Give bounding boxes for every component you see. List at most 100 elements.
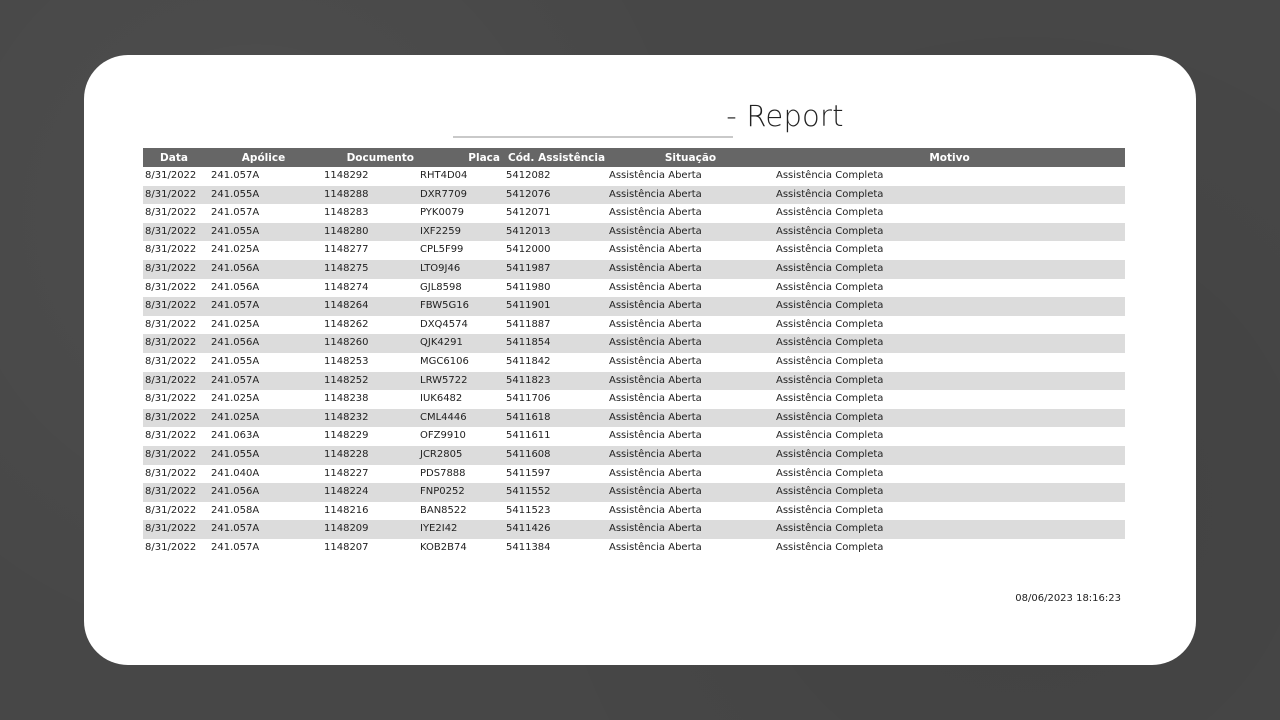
cell-apolice: 241.055A [205,352,322,372]
table-row[interactable]: 8/31/2022 241.055A 1148253 MGC6106 5411842 As… [143,352,1125,372]
cell-apolice: 241.055A [205,185,322,205]
cell-situacao: Assistência Aberta [607,501,774,521]
column-header-documento[interactable]: Documento [322,148,418,167]
cell-apolice: 241.057A [205,371,322,391]
column-header-cod-assistencia[interactable]: Cód. Assistência [504,148,607,167]
cell-placa: JCR2805 [418,445,504,465]
report-timestamp: 08/06/2023 18:16:23 [1015,593,1121,604]
cell-motivo: Assistência Completa [774,538,1125,558]
report-title: - Report [726,99,844,133]
cell-cod-assistencia: 5411842 [504,352,607,372]
cell-situacao: Assistência Aberta [607,222,774,242]
cell-situacao: Assistência Aberta [607,390,774,409]
table-row[interactable]: 8/31/2022 241.056A 1148260 QJK4291 5411854 As… [143,334,1125,353]
cell-motivo: Assistência Completa [774,259,1125,279]
table-row[interactable]: 8/31/2022 241.055A 1148280 IXF2259 5412013 As… [143,222,1125,242]
cell-data: 8/31/2022 [143,371,205,391]
table-row[interactable]: 8/31/2022 241.040A 1148227 PDS7888 5411597 As… [143,464,1125,484]
report-card: - Report Data Apólice Documento Placa Có… [84,55,1196,665]
cell-placa: LRW5722 [418,371,504,391]
cell-cod-assistencia: 5412000 [504,241,607,260]
column-header-apolice[interactable]: Apólice [205,148,322,167]
cell-documento: 1148277 [322,241,418,260]
cell-placa: PDS7888 [418,464,504,484]
table-row[interactable]: 8/31/2022 241.025A 1148238 IUK6482 5411706 As… [143,390,1125,409]
header-row: Data Apólice Documento Placa Cód. Assist… [143,148,1125,167]
cell-data: 8/31/2022 [143,538,205,558]
cell-data: 8/31/2022 [143,408,205,428]
cell-apolice: 241.063A [205,427,322,446]
cell-motivo: Assistência Completa [774,334,1125,353]
table-row[interactable]: 8/31/2022 241.056A 1148275 LTO9J46 5411987 As… [143,259,1125,279]
table-row[interactable]: 8/31/2022 241.057A 1148209 IYE2I42 5411426 As… [143,520,1125,539]
cell-apolice: 241.056A [205,259,322,279]
cell-situacao: Assistência Aberta [607,278,774,298]
cell-apolice: 241.057A [205,538,322,558]
cell-placa: LTO9J46 [418,259,504,279]
table-row[interactable]: 8/31/2022 241.057A 1148264 FBW5G16 5411901 As… [143,297,1125,316]
cell-cod-assistencia: 5411384 [504,538,607,558]
cell-cod-assistencia: 5412013 [504,222,607,242]
table-row[interactable]: 8/31/2022 241.025A 1148277 CPL5F99 5412000 As… [143,241,1125,260]
cell-situacao: Assistência Aberta [607,259,774,279]
cell-documento: 1148216 [322,501,418,521]
table-row[interactable]: 8/31/2022 241.057A 1148292 RHT4D04 5412082 As… [143,167,1125,186]
cell-placa: FBW5G16 [418,297,504,316]
cell-cod-assistencia: 5411608 [504,445,607,465]
table-header: Data Apólice Documento Placa Cód. Assist… [143,148,1125,167]
cell-data: 8/31/2022 [143,427,205,446]
cell-placa: KOB2B74 [418,538,504,558]
cell-cod-assistencia: 5412082 [504,167,607,186]
cell-placa: BAN8522 [418,501,504,521]
table-row[interactable]: 8/31/2022 241.057A 1148207 KOB2B74 5411384 As… [143,538,1125,558]
cell-documento: 1148224 [322,483,418,502]
cell-data: 8/31/2022 [143,464,205,484]
cell-apolice: 241.056A [205,334,322,353]
table-row[interactable]: 8/31/2022 241.057A 1148252 LRW5722 5411823 As… [143,371,1125,391]
cell-motivo: Assistência Completa [774,520,1125,539]
cell-motivo: Assistência Completa [774,501,1125,521]
cell-cod-assistencia: 5411611 [504,427,607,446]
cell-data: 8/31/2022 [143,334,205,353]
cell-situacao: Assistência Aberta [607,204,774,223]
cell-data: 8/31/2022 [143,222,205,242]
column-header-situacao[interactable]: Situação [607,148,774,167]
table-row[interactable]: 8/31/2022 241.063A 1148229 OFZ9910 5411611 As… [143,427,1125,446]
cell-motivo: Assistência Completa [774,204,1125,223]
cell-data: 8/31/2022 [143,445,205,465]
table-row[interactable]: 8/31/2022 241.056A 1148224 FNP0252 5411552 As… [143,483,1125,502]
cell-situacao: Assistência Aberta [607,445,774,465]
cell-situacao: Assistência Aberta [607,408,774,428]
table-row[interactable]: 8/31/2022 241.055A 1148288 DXR7709 5412076 As… [143,185,1125,205]
cell-motivo: Assistência Completa [774,408,1125,428]
cell-documento: 1148252 [322,371,418,391]
table-row[interactable]: 8/31/2022 241.055A 1148228 JCR2805 5411608 As… [143,445,1125,465]
cell-documento: 1148228 [322,445,418,465]
column-header-motivo[interactable]: Motivo [774,148,1125,167]
cell-motivo: Assistência Completa [774,390,1125,409]
cell-data: 8/31/2022 [143,315,205,335]
cell-documento: 1148227 [322,464,418,484]
cell-motivo: Assistência Completa [774,352,1125,372]
cell-placa: GJL8598 [418,278,504,298]
cell-data: 8/31/2022 [143,352,205,372]
cell-documento: 1148229 [322,427,418,446]
table-row[interactable]: 8/31/2022 241.056A 1148274 GJL8598 5411980 As… [143,278,1125,298]
cell-cod-assistencia: 5411426 [504,520,607,539]
table-row[interactable]: 8/31/2022 241.058A 1148216 BAN8522 5411523 As… [143,501,1125,521]
cell-situacao: Assistência Aberta [607,371,774,391]
column-header-placa[interactable]: Placa [418,148,504,167]
cell-documento: 1148280 [322,222,418,242]
table-row[interactable]: 8/31/2022 241.025A 1148232 CML4446 5411618 As… [143,408,1125,428]
table-row[interactable]: 8/31/2022 241.025A 1148262 DXQ4574 5411887 As… [143,315,1125,335]
cell-placa: DXQ4574 [418,315,504,335]
cell-apolice: 241.055A [205,222,322,242]
column-header-data[interactable]: Data [143,148,205,167]
table-row[interactable]: 8/31/2022 241.057A 1148283 PYK0079 5412071 As… [143,204,1125,223]
cell-apolice: 241.056A [205,278,322,298]
cell-documento: 1148238 [322,390,418,409]
cell-documento: 1148207 [322,538,418,558]
cell-cod-assistencia: 5411823 [504,371,607,391]
cell-cod-assistencia: 5412071 [504,204,607,223]
cell-documento: 1148262 [322,315,418,335]
